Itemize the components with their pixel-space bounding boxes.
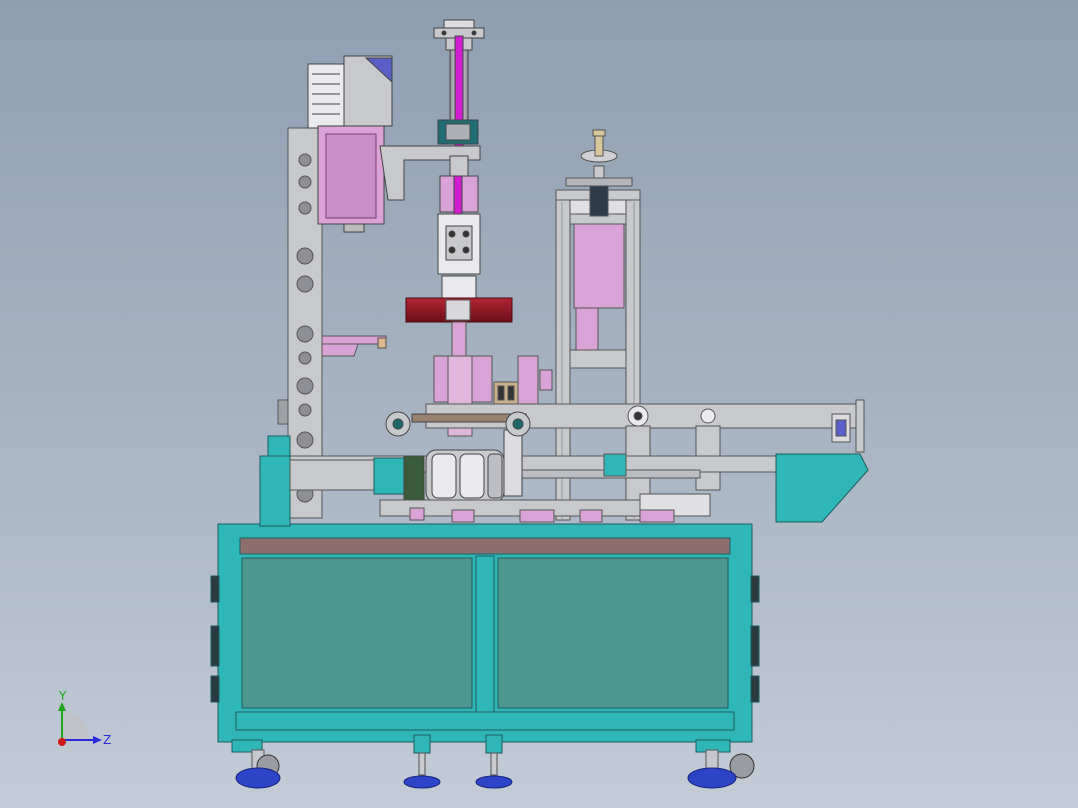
base-top-plate bbox=[239, 537, 731, 555]
base-panel-left bbox=[241, 557, 473, 709]
leveling-foot-center-left bbox=[403, 734, 441, 789]
discharge-chute bbox=[775, 453, 869, 523]
x-axis-dot bbox=[58, 738, 66, 746]
y-axis-label: Y bbox=[58, 689, 67, 703]
leveling-foot-center-right bbox=[475, 734, 513, 789]
red-cutting-disk bbox=[405, 297, 513, 323]
side-bracket bbox=[321, 335, 387, 357]
base-panel-right bbox=[497, 557, 729, 709]
base-frame bbox=[210, 523, 760, 743]
caster-left bbox=[231, 739, 281, 789]
base-center-post bbox=[475, 555, 495, 715]
z-axis-label: Z bbox=[103, 733, 111, 747]
coordinate-triad: Y Z bbox=[58, 689, 111, 747]
feet-and-casters bbox=[231, 734, 755, 789]
cad-viewport[interactable]: Y Z bbox=[0, 0, 1078, 808]
machine-drawing: Y Z bbox=[58, 19, 869, 789]
caster-right bbox=[687, 739, 755, 789]
base-bottom-rail bbox=[235, 711, 735, 731]
